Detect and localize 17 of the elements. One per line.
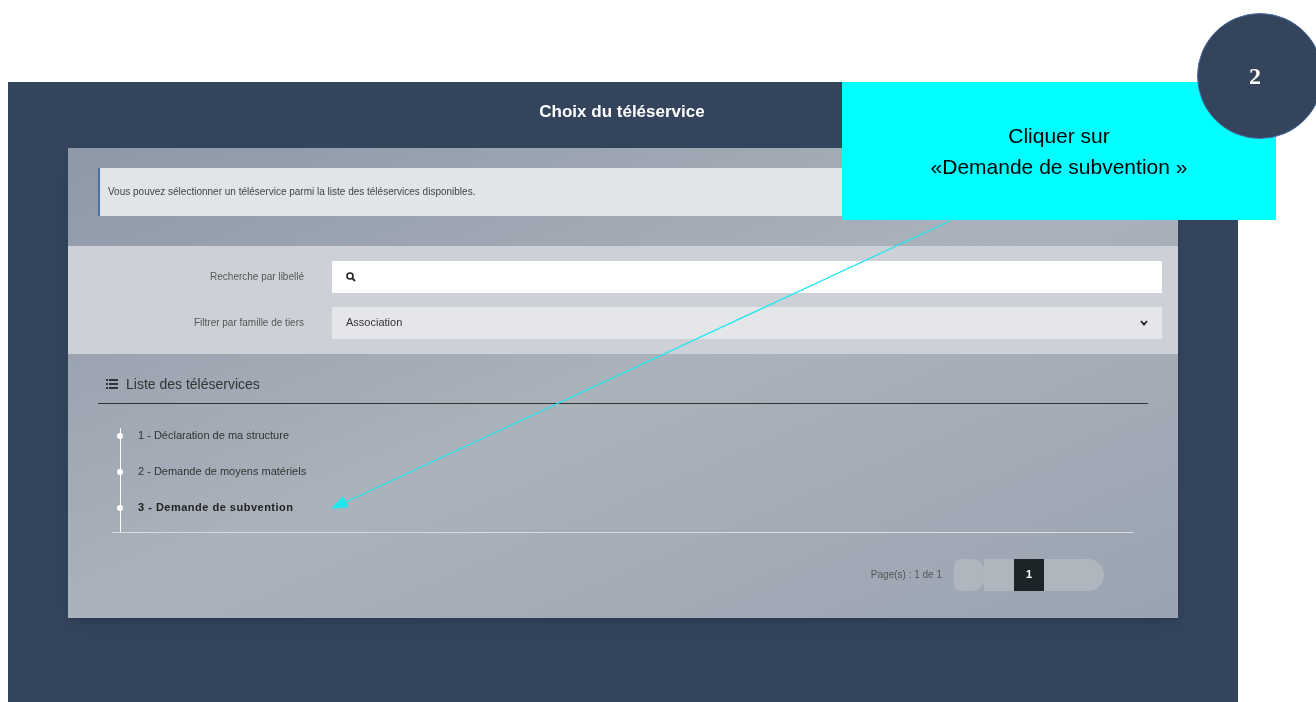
list-title: Liste des téléservices [126, 374, 260, 394]
teleservice-link[interactable]: 2 - Demande de moyens matériels [138, 463, 307, 480]
next-page-button[interactable] [1044, 558, 1104, 591]
filter-dropdown[interactable]: Association [332, 306, 1162, 339]
page-title: Choix du téléservice [539, 101, 705, 123]
teleservice-link[interactable]: 3 - Demande de subvention [138, 499, 294, 516]
search-field[interactable] [332, 260, 1162, 293]
search-icon [346, 271, 356, 282]
page-summary: Page(s) : 1 de 1 [870, 568, 942, 582]
list-icon [106, 379, 118, 389]
page-button[interactable]: 1 [1014, 558, 1044, 591]
filter-label: Filtrer par famille de tiers [192, 316, 305, 330]
callout-text: Cliquer sur [1008, 123, 1110, 149]
step-badge: 2 [1197, 13, 1316, 139]
teleservice-link[interactable]: 1 - Déclaration de ma structure [138, 427, 289, 444]
chevron-down-icon [1140, 319, 1148, 326]
search-label: Recherche par libellé [209, 270, 305, 284]
